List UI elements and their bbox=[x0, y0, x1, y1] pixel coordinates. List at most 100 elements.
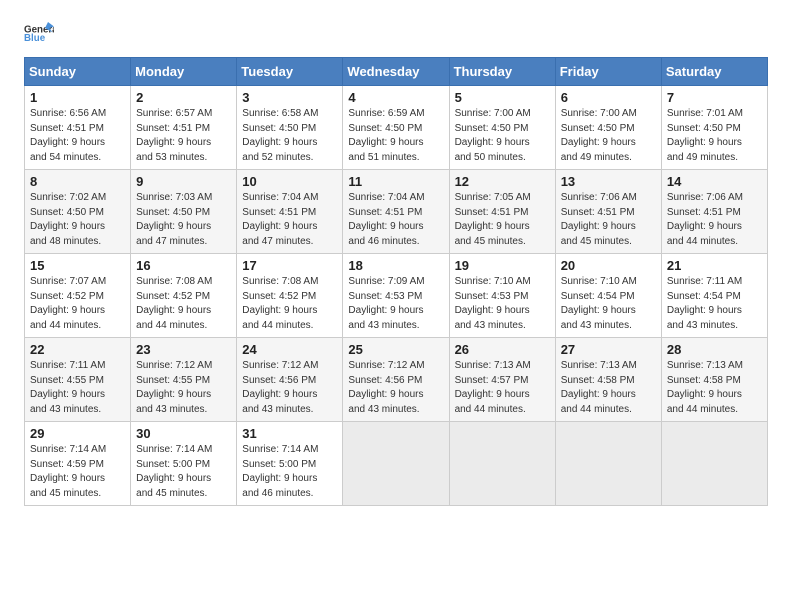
day-info: Sunrise: 6:57 AM Sunset: 4:51 PM Dayligh… bbox=[136, 107, 231, 165]
calendar-cell: 31Sunrise: 7:14 AM Sunset: 5:00 PM Dayli… bbox=[237, 422, 343, 506]
calendar-cell: 1 Sunrise: 6:56 AM Sunset: 4:51 PM Daylig… bbox=[25, 86, 131, 170]
day-info: Sunrise: 7:13 AM Sunset: 4:58 PM Dayligh… bbox=[667, 359, 762, 417]
day-number: 1 bbox=[30, 90, 125, 105]
calendar-cell: 6 Sunrise: 7:00 AM Sunset: 4:50 PM Daylig… bbox=[555, 86, 661, 170]
day-number: 6 bbox=[561, 90, 656, 105]
calendar-week-row: 8Sunrise: 7:02 AM Sunset: 4:50 PM Daylig… bbox=[25, 170, 768, 254]
day-number: 29 bbox=[30, 426, 125, 441]
day-info: Sunrise: 7:06 AM Sunset: 4:51 PM Dayligh… bbox=[667, 191, 762, 249]
calendar-cell: 21 Sunrise: 7:11 AM Sunset: 4:54 PM Dayli… bbox=[661, 254, 767, 338]
day-number: 23 bbox=[136, 342, 231, 357]
day-number: 26 bbox=[455, 342, 550, 357]
day-number: 30 bbox=[136, 426, 231, 441]
calendar-cell: 27 Sunrise: 7:13 AM Sunset: 4:58 PM Dayli… bbox=[555, 338, 661, 422]
day-header-friday: Friday bbox=[555, 58, 661, 86]
calendar-header-row: SundayMondayTuesdayWednesdayThursdayFrid… bbox=[25, 58, 768, 86]
day-info: Sunrise: 7:14 AM Sunset: 5:00 PM Dayligh… bbox=[136, 443, 231, 501]
day-number: 5 bbox=[455, 90, 550, 105]
day-number: 22 bbox=[30, 342, 125, 357]
day-info: Sunrise: 7:06 AM Sunset: 4:51 PM Dayligh… bbox=[561, 191, 656, 249]
day-info: Sunrise: 7:10 AM Sunset: 4:53 PM Dayligh… bbox=[455, 275, 550, 333]
day-info: Sunrise: 6:56 AM Sunset: 4:51 PM Dayligh… bbox=[30, 107, 125, 165]
calendar-cell: 5 Sunrise: 7:00 AM Sunset: 4:50 PM Daylig… bbox=[449, 86, 555, 170]
calendar-cell bbox=[661, 422, 767, 506]
calendar-cell: 28 Sunrise: 7:13 AM Sunset: 4:58 PM Dayli… bbox=[661, 338, 767, 422]
calendar-cell: 26 Sunrise: 7:13 AM Sunset: 4:57 PM Dayli… bbox=[449, 338, 555, 422]
day-number: 13 bbox=[561, 174, 656, 189]
calendar-week-row: 29 Sunrise: 7:14 AM Sunset: 4:59 PM Dayli… bbox=[25, 422, 768, 506]
calendar-cell: 22 Sunrise: 7:11 AM Sunset: 4:55 PM Dayli… bbox=[25, 338, 131, 422]
day-info: Sunrise: 7:10 AM Sunset: 4:54 PM Dayligh… bbox=[561, 275, 656, 333]
logo-text: General Blue bbox=[24, 20, 54, 47]
day-number: 10 bbox=[242, 174, 337, 189]
calendar-cell: 18 Sunrise: 7:09 AM Sunset: 4:53 PM Dayli… bbox=[343, 254, 449, 338]
calendar-cell: 30 Sunrise: 7:14 AM Sunset: 5:00 PM Dayli… bbox=[131, 422, 237, 506]
day-number: 25 bbox=[348, 342, 443, 357]
day-header-monday: Monday bbox=[131, 58, 237, 86]
calendar-cell: 17 Sunrise: 7:08 AM Sunset: 4:52 PM Dayli… bbox=[237, 254, 343, 338]
day-info: Sunrise: 7:03 AM Sunset: 4:50 PM Dayligh… bbox=[136, 191, 231, 249]
day-number: 9 bbox=[136, 174, 231, 189]
logo: General Blue bbox=[24, 20, 54, 47]
calendar-cell: 12Sunrise: 7:05 AM Sunset: 4:51 PM Dayli… bbox=[449, 170, 555, 254]
day-number: 18 bbox=[348, 258, 443, 273]
day-number: 4 bbox=[348, 90, 443, 105]
day-number: 14 bbox=[667, 174, 762, 189]
calendar-cell: 8Sunrise: 7:02 AM Sunset: 4:50 PM Daylig… bbox=[25, 170, 131, 254]
day-header-thursday: Thursday bbox=[449, 58, 555, 86]
day-number: 21 bbox=[667, 258, 762, 273]
calendar-cell: 20 Sunrise: 7:10 AM Sunset: 4:54 PM Dayli… bbox=[555, 254, 661, 338]
day-info: Sunrise: 7:12 AM Sunset: 4:56 PM Dayligh… bbox=[348, 359, 443, 417]
day-number: 28 bbox=[667, 342, 762, 357]
day-header-saturday: Saturday bbox=[661, 58, 767, 86]
day-number: 24 bbox=[242, 342, 337, 357]
day-info: Sunrise: 7:01 AM Sunset: 4:50 PM Dayligh… bbox=[667, 107, 762, 165]
day-number: 17 bbox=[242, 258, 337, 273]
calendar-cell: 23 Sunrise: 7:12 AM Sunset: 4:55 PM Dayli… bbox=[131, 338, 237, 422]
calendar-week-row: 22 Sunrise: 7:11 AM Sunset: 4:55 PM Dayli… bbox=[25, 338, 768, 422]
day-info: Sunrise: 7:08 AM Sunset: 4:52 PM Dayligh… bbox=[242, 275, 337, 333]
day-number: 27 bbox=[561, 342, 656, 357]
day-info: Sunrise: 7:04 AM Sunset: 4:51 PM Dayligh… bbox=[348, 191, 443, 249]
calendar-cell: 13 Sunrise: 7:06 AM Sunset: 4:51 PM Dayli… bbox=[555, 170, 661, 254]
day-number: 8 bbox=[30, 174, 125, 189]
day-number: 7 bbox=[667, 90, 762, 105]
day-info: Sunrise: 7:11 AM Sunset: 4:55 PM Dayligh… bbox=[30, 359, 125, 417]
svg-text:Blue: Blue bbox=[24, 33, 46, 42]
header: General Blue bbox=[24, 20, 768, 47]
day-number: 3 bbox=[242, 90, 337, 105]
day-info: Sunrise: 7:12 AM Sunset: 4:55 PM Dayligh… bbox=[136, 359, 231, 417]
day-header-wednesday: Wednesday bbox=[343, 58, 449, 86]
day-number: 15 bbox=[30, 258, 125, 273]
day-number: 20 bbox=[561, 258, 656, 273]
day-header-tuesday: Tuesday bbox=[237, 58, 343, 86]
day-number: 19 bbox=[455, 258, 550, 273]
calendar-cell: 24Sunrise: 7:12 AM Sunset: 4:56 PM Dayli… bbox=[237, 338, 343, 422]
calendar-cell: 14 Sunrise: 7:06 AM Sunset: 4:51 PM Dayli… bbox=[661, 170, 767, 254]
day-info: Sunrise: 7:09 AM Sunset: 4:53 PM Dayligh… bbox=[348, 275, 443, 333]
day-info: Sunrise: 6:59 AM Sunset: 4:50 PM Dayligh… bbox=[348, 107, 443, 165]
calendar-cell bbox=[449, 422, 555, 506]
calendar-week-row: 1 Sunrise: 6:56 AM Sunset: 4:51 PM Daylig… bbox=[25, 86, 768, 170]
calendar-cell: 2Sunrise: 6:57 AM Sunset: 4:51 PM Daylig… bbox=[131, 86, 237, 170]
calendar-week-row: 15Sunrise: 7:07 AM Sunset: 4:52 PM Dayli… bbox=[25, 254, 768, 338]
day-info: Sunrise: 7:00 AM Sunset: 4:50 PM Dayligh… bbox=[455, 107, 550, 165]
day-info: Sunrise: 7:14 AM Sunset: 5:00 PM Dayligh… bbox=[242, 443, 337, 501]
day-number: 11 bbox=[348, 174, 443, 189]
calendar-cell: 9 Sunrise: 7:03 AM Sunset: 4:50 PM Daylig… bbox=[131, 170, 237, 254]
calendar-cell: 3Sunrise: 6:58 AM Sunset: 4:50 PM Daylig… bbox=[237, 86, 343, 170]
day-info: Sunrise: 7:00 AM Sunset: 4:50 PM Dayligh… bbox=[561, 107, 656, 165]
day-info: Sunrise: 7:14 AM Sunset: 4:59 PM Dayligh… bbox=[30, 443, 125, 501]
day-header-sunday: Sunday bbox=[25, 58, 131, 86]
calendar-cell: 15Sunrise: 7:07 AM Sunset: 4:52 PM Dayli… bbox=[25, 254, 131, 338]
calendar-cell: 29 Sunrise: 7:14 AM Sunset: 4:59 PM Dayli… bbox=[25, 422, 131, 506]
calendar-cell bbox=[555, 422, 661, 506]
day-info: Sunrise: 7:11 AM Sunset: 4:54 PM Dayligh… bbox=[667, 275, 762, 333]
calendar-cell: 25 Sunrise: 7:12 AM Sunset: 4:56 PM Dayli… bbox=[343, 338, 449, 422]
calendar-cell: 10Sunrise: 7:04 AM Sunset: 4:51 PM Dayli… bbox=[237, 170, 343, 254]
day-info: Sunrise: 7:13 AM Sunset: 4:57 PM Dayligh… bbox=[455, 359, 550, 417]
calendar-cell: 4 Sunrise: 6:59 AM Sunset: 4:50 PM Daylig… bbox=[343, 86, 449, 170]
calendar-table: SundayMondayTuesdayWednesdayThursdayFrid… bbox=[24, 57, 768, 506]
day-info: Sunrise: 7:13 AM Sunset: 4:58 PM Dayligh… bbox=[561, 359, 656, 417]
day-info: Sunrise: 7:05 AM Sunset: 4:51 PM Dayligh… bbox=[455, 191, 550, 249]
